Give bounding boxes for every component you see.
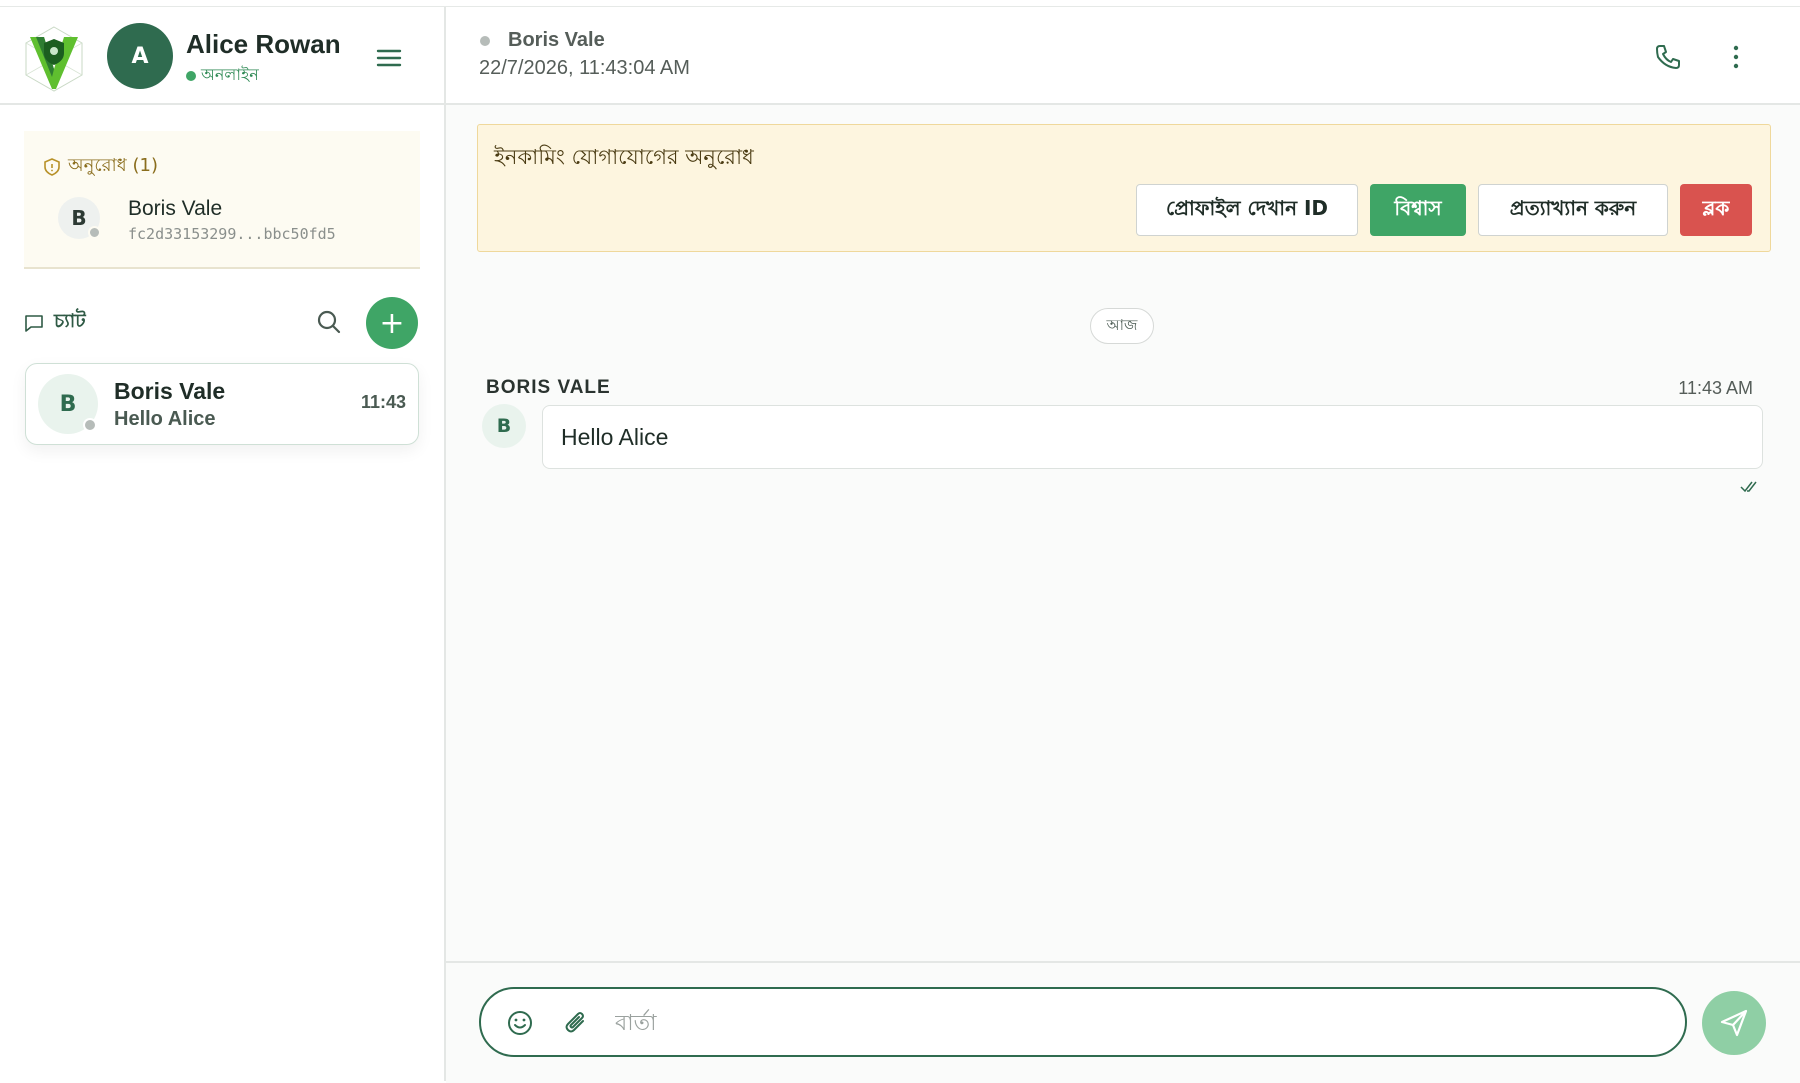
chat-list-item[interactable]: B Boris Vale Hello Alice 11:43: [25, 363, 419, 445]
user-status: অনলাইন: [186, 62, 259, 89]
chat-time: 11:43: [360, 392, 406, 412]
app-window: A Alice Rowan অনলাইন অনুরোধ (1) B Boris …: [0, 6, 1800, 1083]
conversation-pane: Boris Vale 22/7/2026, 11:43:04 AM ইনকামি…: [446, 7, 1800, 1083]
shield-icon: [44, 157, 60, 176]
offline-dot-icon: [88, 226, 101, 239]
requests-panel: অনুরোধ (1) B Boris Vale fc2d33153299...b…: [24, 131, 420, 269]
user-status-label: অনলাইন: [201, 65, 259, 84]
chat-icon: [25, 315, 43, 332]
message-avatar: B: [482, 404, 526, 448]
request-name[interactable]: Boris Vale: [128, 197, 222, 221]
paperclip-icon[interactable]: [563, 1009, 589, 1037]
requests-title-label: অনুরোধ (1): [68, 155, 158, 176]
decline-button[interactable]: প্রত্যাখ্যান করুন: [1478, 184, 1668, 236]
sidebar: A Alice Rowan অনলাইন অনুরোধ (1) B Boris …: [0, 7, 446, 1081]
chats-header: চ্যাট +: [24, 297, 420, 349]
message-avatar-letter: B: [496, 415, 512, 437]
requests-title: অনুরোধ (1): [44, 151, 158, 182]
offline-dot-icon: [480, 36, 490, 46]
online-dot-icon: [186, 70, 196, 81]
contact-request-banner: ইনকামিং যোগাযোগের অনুরোধ প্রোফাইল দেখান …: [477, 124, 1771, 252]
sidebar-header: A Alice Rowan অনলাইন: [0, 7, 444, 105]
send-icon: [1720, 1009, 1748, 1037]
offline-dot-icon: [83, 418, 97, 432]
more-vertical-icon[interactable]: [1730, 43, 1742, 71]
message-time: 11:43 AM: [1678, 378, 1753, 398]
request-avatar[interactable]: B: [58, 197, 101, 239]
message-sender: BORIS VALE: [486, 377, 611, 398]
banner-title: ইনকামিং যোগাযোগের অনুরোধ: [494, 145, 754, 169]
chats-label: চ্যাট: [24, 307, 86, 339]
message-composer: [479, 987, 1687, 1057]
new-chat-button[interactable]: +: [366, 297, 418, 349]
request-id: fc2d33153299...bbc50fd5: [128, 225, 336, 243]
chats-label-text: চ্যাট: [54, 310, 86, 332]
contact-name: Boris Vale: [508, 29, 605, 51]
emoji-icon[interactable]: [507, 1010, 533, 1036]
chat-last-message: Hello Alice: [114, 408, 216, 430]
user-avatar-letter: A: [131, 43, 149, 69]
logo-icon: [25, 26, 83, 92]
phone-icon[interactable]: [1654, 43, 1682, 71]
plus-icon: +: [379, 305, 405, 341]
double-check-icon: [1740, 481, 1757, 493]
view-profile-button[interactable]: প্রোফাইল দেখান ID: [1136, 184, 1358, 236]
menu-icon[interactable]: [376, 47, 402, 69]
chat-name: Boris Vale: [114, 378, 226, 404]
chat-avatar-letter: B: [59, 391, 77, 417]
trust-button[interactable]: বিশ্বাস: [1370, 184, 1466, 236]
request-avatar-letter: B: [71, 206, 87, 230]
composer-area: [446, 961, 1800, 1083]
day-separator: আজ: [1090, 308, 1154, 344]
conversation-timestamp: 22/7/2026, 11:43:04 AM: [479, 57, 690, 79]
block-button[interactable]: ব্লক: [1680, 184, 1752, 236]
message-bubble[interactable]: Hello Alice: [542, 405, 1763, 469]
user-avatar[interactable]: A: [107, 23, 173, 89]
send-button[interactable]: [1702, 991, 1766, 1055]
conversation-header: Boris Vale 22/7/2026, 11:43:04 AM: [446, 7, 1800, 105]
message-input[interactable]: [613, 1001, 1657, 1045]
chat-avatar: B: [38, 374, 98, 434]
search-icon[interactable]: [316, 309, 342, 335]
user-name: Alice Rowan: [186, 29, 341, 59]
message-text: Hello Alice: [561, 424, 669, 450]
